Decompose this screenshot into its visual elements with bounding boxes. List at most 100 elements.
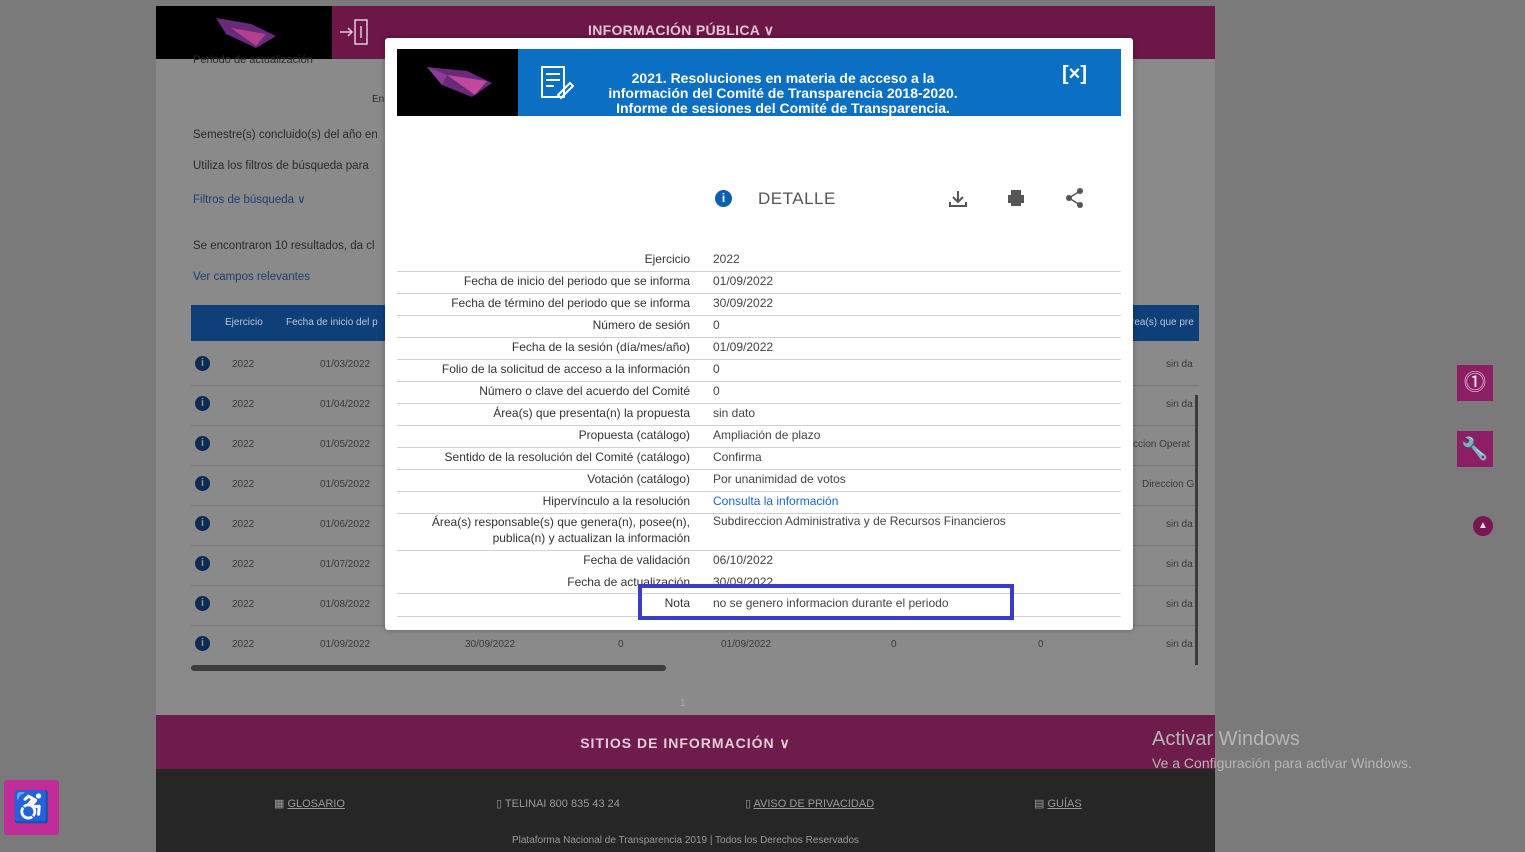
modal-title: 2021. Resoluciones en materia de acceso … [608,70,958,116]
close-button[interactable]: [×] [1062,63,1087,86]
field-value: 0 [713,318,720,332]
info-icon[interactable]: i [195,596,210,611]
cell-fecha: 01/07/2022 [320,559,371,570]
scroll-up-icon[interactable]: ▲ [1473,516,1493,536]
table-row[interactable]: i 2022 01/09/2022 30/09/2022 0 01/09/2022 0 0 si… [191,625,1199,665]
field-row: Fecha de la sesión (día/mes/año) 01/09/20… [397,338,1121,360]
print-icon[interactable] [1006,188,1026,213]
field-row: Ejercicio 2022 [397,250,1121,272]
field-label: Propuesta (catálogo) [578,428,690,442]
document-icon [540,65,575,101]
info-icon[interactable]: i [195,396,210,411]
field-label: Ejercicio [644,252,690,266]
detail-modal: 2021. Resoluciones en materia de acceso … [385,38,1133,630]
field-row: Propuesta (catálogo) Ampliación de plazo [397,426,1121,448]
pagination-page[interactable]: 1 [680,698,686,709]
periodo-label: Periodo de actualización [193,54,313,66]
modal-logo [397,49,518,116]
info-icon[interactable]: i [195,516,210,531]
phone-icon: ▯ [496,798,505,810]
field-label: Folio de la solicitud de acceso a la inf… [441,362,690,376]
info-icon[interactable]: i [195,636,210,651]
cell-area: sin da [1166,559,1193,570]
cell-termino: 30/09/2022 [465,639,516,650]
vertical-scrollbar[interactable] [1195,395,1198,665]
horizontal-scrollbar[interactable] [191,665,666,671]
field-row: Sentido de la resolución del Comité (cat… [397,448,1121,470]
aviso-privacidad-link[interactable]: ▯ AVISO DE PRIVACIDAD [745,797,874,810]
share-icon[interactable] [1065,188,1085,213]
sitios-informacion-toggle[interactable]: SITIOS DE INFORMACIÓN ∨ [156,735,1215,752]
accessibility-icon[interactable]: ♿ [4,780,59,835]
wrench-icon[interactable]: 🔧 [1457,431,1493,467]
field-row: Hipervínculo a la resolución Consulta la … [397,492,1121,514]
glosario-label: GLOSARIO [287,798,345,810]
cell-ejercicio: 2022 [232,359,255,370]
watermark-line1: Activar Windows [1152,728,1300,750]
nav-informacion-publica[interactable]: INFORMACIÓN PÚBLICA ∨ [588,22,774,39]
field-label: Área(s) responsable(s) que genera(n), po… [431,515,690,545]
field-value: Ampliación de plazo [713,428,821,442]
resultados-text: Se encontraron 10 resultados, da cl [193,240,375,252]
field-value: Por unanimidad de votos [713,472,846,486]
field-label: Número de sesión [592,318,690,332]
info-icon[interactable]: i [195,476,210,491]
info-icon[interactable]: i [195,356,210,371]
field-value: Subdireccion Administrativa y de Recurso… [713,514,1006,528]
field-value: 01/09/2022 [713,340,774,354]
th-areas[interactable]: rea(s) que pre [1131,317,1194,328]
field-label: Sentido de la resolución del Comité (cat… [444,450,690,464]
cell-fecha: 01/05/2022 [320,479,371,490]
download-icon[interactable] [948,188,968,213]
field-label: Fecha de inicio del periodo que se infor… [463,274,690,288]
field-value: Confirma [713,450,762,464]
info-icon[interactable]: i [195,556,210,571]
login-icon[interactable] [336,16,370,48]
info-icon[interactable]: i [195,436,210,451]
field-label: Votación (catálogo) [587,472,690,486]
field-label: Número o clave del acuerdo del Comité [479,384,690,398]
glosario-icon: ▦ [274,798,288,810]
telinai-text: ▯ TELINAI 800 835 43 24 [496,797,620,810]
glosario-link[interactable]: ▦ GLOSARIO [274,797,345,810]
cell-area: sin da [1166,599,1193,610]
field-row: Número o clave del acuerdo del Comité 0 [397,382,1121,404]
cell-area: Direccion G [1142,479,1195,490]
modal-header: 2021. Resoluciones en materia de acceso … [518,49,1121,116]
filtros-busqueda-link[interactable]: Filtros de búsqueda ∨ [193,192,306,206]
utiliza-text: Utiliza los filtros de búsqueda para [193,160,369,172]
cell-fecha: 01/06/2022 [320,519,371,530]
aviso-label: AVISO DE PRIVACIDAD [753,798,875,810]
copyright-text: Plataforma Nacional de Transparencia 201… [511,835,860,846]
field-value: sin dato [713,406,756,420]
footer: ▦ GLOSARIO ▯ TELINAI 800 835 43 24 ▯ AVI… [156,769,1215,852]
cell-fecha: 01/03/2022 [320,359,371,370]
cell-area: sin da [1166,359,1193,370]
th-fecha-inicio[interactable]: Fecha de inicio del p [286,317,378,328]
field-row: Fecha de validación 06/10/2022 [397,551,1121,572]
sitios-informacion-bar: SITIOS DE INFORMACIÓN ∨ [156,715,1215,769]
site-logo[interactable] [156,6,332,59]
field-row: Votación (catálogo) Por unanimidad de vot… [397,470,1121,492]
field-value: 0 [713,384,720,398]
guias-link[interactable]: ▤ GUÍAS [1034,797,1082,810]
cell-fecha-sesion: 01/09/2022 [721,639,772,650]
cell-area: sin da [1166,399,1193,410]
cell-ejercicio: 2022 [232,399,255,410]
consulta-informacion-link[interactable]: Consulta la información [713,494,838,508]
cell-area: ccion Operat [1133,439,1190,450]
field-label: Fecha de la sesión (día/mes/año) [511,340,690,354]
th-ejercicio[interactable]: Ejercicio [225,317,263,328]
cell-area: sin da [1166,519,1193,530]
field-row: Fecha de inicio del periodo que se infor… [397,272,1121,294]
cell-folio: 0 [891,639,897,650]
watermark-line2: Ve a Configuración para activar Windows. [1152,755,1412,771]
cell-fecha: 01/04/2022 [320,399,371,410]
field-label: Fecha de validación [583,553,690,567]
cell-area: sin da [1166,639,1193,650]
ver-campos-link[interactable]: Ver campos relevantes [193,271,310,283]
guias-icon: ▤ [1034,798,1048,810]
aviso-icon: ▯ [745,798,754,810]
field-value: 0 [713,362,720,376]
alert-icon[interactable]: ⓵ [1457,365,1493,401]
